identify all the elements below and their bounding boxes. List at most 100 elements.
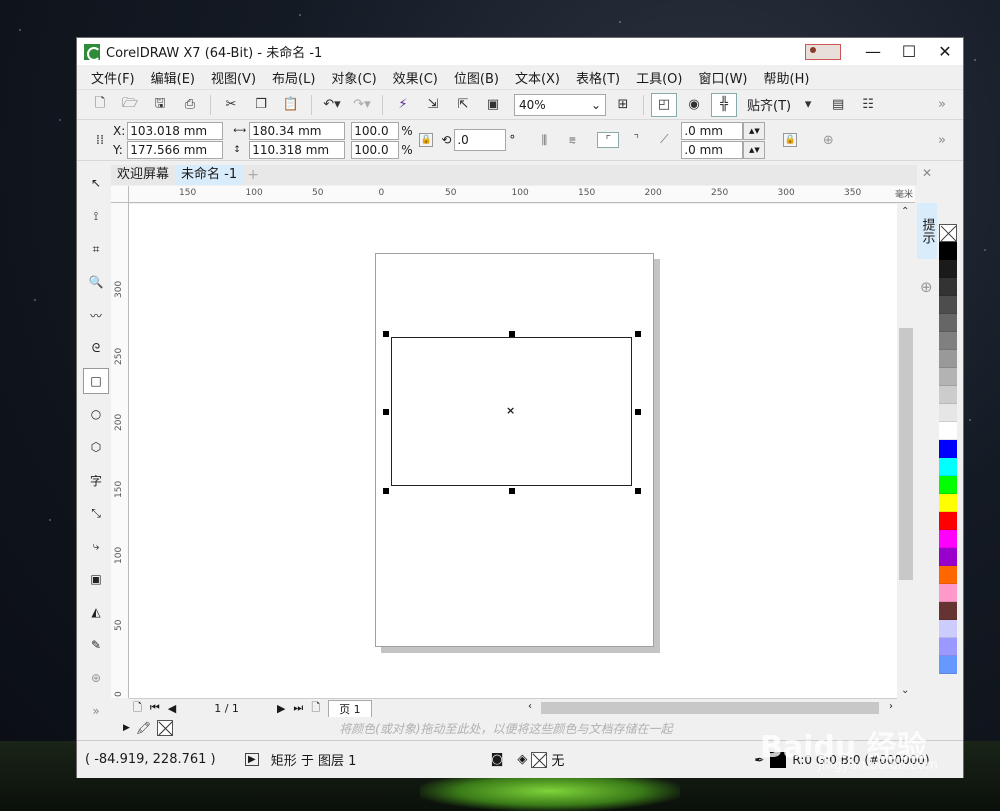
palette-swatch[interactable] (939, 404, 957, 422)
publish-pdf-icon[interactable]: ▣ (480, 93, 506, 117)
eyedropper-icon[interactable]: 🖍 (136, 721, 151, 735)
cut-icon[interactable]: ✂ (218, 93, 244, 117)
menu-object[interactable]: 对象(C) (323, 68, 384, 87)
selection-handle[interactable] (635, 488, 641, 494)
undo-icon[interactable]: ↶▾ (319, 93, 345, 117)
palette-swatch[interactable] (939, 296, 957, 314)
copy-icon[interactable]: ❐ (248, 93, 274, 117)
pick-tool-icon[interactable]: ↖ (83, 170, 109, 196)
toolbox-overflow-icon[interactable]: » (83, 698, 109, 724)
new-document-icon[interactable]: 🗋 (87, 93, 113, 117)
redo-icon[interactable]: ↷▾ (349, 93, 375, 117)
round-corner-icon[interactable]: ⌜ (597, 132, 620, 148)
palette-swatch[interactable] (939, 422, 957, 440)
print-icon[interactable]: ⎙ (177, 93, 203, 117)
palette-swatch[interactable] (939, 566, 957, 584)
prev-page-icon[interactable]: ◀ (168, 702, 176, 715)
crop-tool-icon[interactable]: ⌗ (83, 236, 109, 262)
palette-swatch[interactable] (939, 656, 957, 674)
next-page-icon[interactable]: ▶ (277, 702, 285, 715)
scale-x-field[interactable]: 100.0 (351, 121, 400, 140)
zoom-level-select[interactable]: 40% ⌄ (514, 93, 606, 116)
width-field[interactable]: 180.34 mm (249, 121, 346, 140)
mirror-horizontal-icon[interactable]: ⫼ (533, 133, 555, 148)
close-icon[interactable]: ✕ (922, 166, 932, 180)
vertical-scroll-thumb[interactable] (899, 328, 913, 580)
no-color-swatch[interactable] (157, 720, 174, 736)
drawing-canvas[interactable]: × (129, 204, 915, 698)
menu-tools[interactable]: 工具(O) (628, 68, 690, 87)
minimize-button[interactable]: — (855, 42, 891, 61)
menu-window[interactable]: 窗口(W) (691, 68, 756, 87)
scroll-right-icon[interactable]: › (889, 701, 893, 712)
menu-edit[interactable]: 编辑(E) (143, 68, 203, 87)
no-color-swatch[interactable] (939, 224, 957, 242)
artistic-media-icon[interactable]: ᘓ (83, 335, 109, 361)
palette-swatch[interactable] (939, 440, 957, 458)
tab-welcome-screen[interactable]: 欢迎屏幕 (111, 165, 175, 185)
ellipse-tool-icon[interactable]: ○ (83, 401, 109, 427)
menu-layout[interactable]: 布局(L) (264, 68, 323, 87)
full-screen-preview-icon[interactable]: ⊞ (610, 93, 636, 117)
palette-swatch[interactable] (939, 548, 957, 566)
palette-swatch[interactable] (939, 638, 957, 656)
save-icon[interactable]: 🖫 (147, 93, 173, 117)
ruler-origin[interactable] (111, 186, 129, 203)
palette-swatch[interactable] (939, 386, 957, 404)
palette-menu-icon[interactable]: ▶ (123, 723, 130, 733)
palette-swatch[interactable] (939, 458, 957, 476)
palette-swatch[interactable] (939, 260, 957, 278)
vertical-scrollbar[interactable]: ⌃ ⌄ (897, 204, 915, 698)
spinner-icon[interactable]: ▲▼ (743, 121, 766, 140)
options-icon[interactable]: ▤ (825, 93, 851, 117)
palette-swatch[interactable] (939, 602, 957, 620)
add-page-end-icon[interactable]: 🗋 (311, 699, 320, 718)
transparency-tool-icon[interactable]: ◭ (83, 599, 109, 625)
snap-to-dropdown[interactable]: 贴齐(T) (747, 95, 791, 114)
selection-handle[interactable] (635, 331, 641, 337)
palette-swatch[interactable] (939, 368, 957, 386)
application-launcher-icon[interactable]: ☷ (855, 93, 881, 117)
menu-bitmaps[interactable]: 位图(B) (446, 68, 507, 87)
selection-handle[interactable] (509, 488, 515, 494)
show-guidelines-icon[interactable]: ╬ (711, 92, 737, 117)
lock-corners-icon[interactable]: 🔒 (783, 133, 798, 147)
chamfered-corner-icon[interactable]: ⟋ (653, 132, 675, 148)
text-tool-icon[interactable]: 字 (83, 467, 109, 493)
tab-untitled-1[interactable]: 未命名 -1 (175, 165, 244, 185)
scale-y-field[interactable]: 100.0 (351, 140, 400, 159)
show-grid-icon[interactable]: ◉ (681, 93, 707, 117)
drop-shadow-icon[interactable]: ▣ (83, 566, 109, 592)
last-page-icon[interactable]: ⏭ (293, 701, 303, 715)
palette-swatch[interactable] (939, 242, 957, 260)
maximize-button[interactable]: ☐ (891, 42, 927, 61)
shape-tool-icon[interactable]: ⟟ (83, 203, 109, 229)
scroll-down-icon[interactable]: ⌄ (901, 685, 909, 696)
parallel-dimension-icon[interactable]: ⤡ (83, 500, 109, 526)
connector-tool-icon[interactable]: ⤷ (83, 533, 109, 559)
add-icon[interactable]: ⊕ (815, 128, 841, 152)
menu-file[interactable]: 文件(F) (83, 68, 143, 87)
selection-handle[interactable] (383, 409, 389, 415)
export-icon[interactable]: ⇱ (450, 93, 476, 117)
palette-swatch[interactable] (939, 512, 957, 530)
selection-handle[interactable] (509, 331, 515, 337)
scroll-up-icon[interactable]: ⌃ (901, 206, 909, 217)
add-docker-icon[interactable]: ⊕ (920, 278, 933, 296)
palette-swatch[interactable] (939, 476, 957, 494)
spinner-icon[interactable]: ▲▼ (743, 140, 766, 159)
y-position-field[interactable]: 177.566 mm (127, 140, 224, 159)
propbar-overflow-icon[interactable]: » (929, 128, 955, 152)
freehand-tool-icon[interactable]: 〰 (83, 302, 109, 328)
import-icon[interactable]: ⇲ (420, 93, 446, 117)
paste-icon[interactable]: 📋 (278, 93, 304, 117)
selection-handle[interactable] (635, 409, 641, 415)
palette-swatch[interactable] (939, 350, 957, 368)
horizontal-scrollbar[interactable]: ‹ › (525, 698, 897, 717)
chevron-down-icon[interactable]: ▾ (795, 93, 821, 117)
corner-radius-top-field[interactable]: .0 mm (681, 121, 744, 140)
page-tab-1[interactable]: 页 1 (328, 699, 372, 717)
menu-effects[interactable]: 效果(C) (385, 68, 446, 87)
selection-handle[interactable] (383, 331, 389, 337)
status-play-icon[interactable]: ▶ (245, 753, 259, 766)
